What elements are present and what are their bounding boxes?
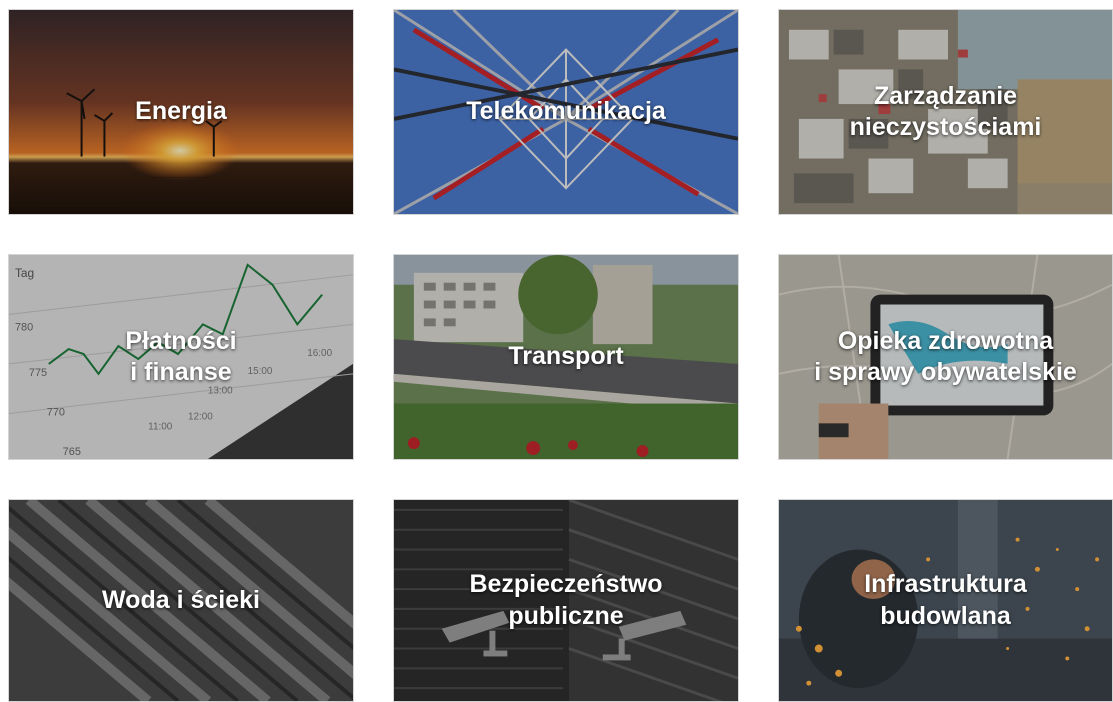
tile-zarzadzanie-nieczystosciami[interactable]: Zarządzanie nieczystościami bbox=[778, 9, 1113, 215]
tile-label-text: Bezpieczeństwo publiczne bbox=[469, 570, 663, 630]
tile-label: Płatności i finanse bbox=[9, 255, 353, 459]
tile-transport[interactable]: Transport bbox=[393, 254, 739, 460]
tile-label: Woda i ścieki bbox=[9, 500, 353, 701]
tile-label: Infrastruktura budowlana bbox=[779, 500, 1112, 701]
tile-woda-i-scieki[interactable]: Woda i ścieki bbox=[8, 499, 354, 702]
tile-label: Telekomunikacja bbox=[394, 10, 738, 214]
tile-infrastruktura-budowlana[interactable]: Infrastruktura budowlana bbox=[778, 499, 1113, 702]
industry-tiles-grid: Energia Telekomunikacja Zarządzanie niec… bbox=[0, 0, 1113, 702]
tile-label: Bezpieczeństwo publiczne bbox=[394, 500, 738, 701]
tile-label-text: Transport bbox=[508, 342, 624, 371]
tile-telekomunikacja[interactable]: Telekomunikacja bbox=[393, 9, 739, 215]
tile-label: Transport bbox=[394, 255, 738, 459]
tile-label: Energia bbox=[9, 10, 353, 214]
tile-label-text: Płatności i finanse bbox=[125, 326, 237, 386]
tile-label: Opieka zdrowotna i sprawy obywatelskie bbox=[779, 255, 1112, 459]
tile-opieka-zdrowotna[interactable]: Opieka zdrowotna i sprawy obywatelskie bbox=[778, 254, 1113, 460]
tile-label-text: Zarządzanie nieczystościami bbox=[849, 81, 1042, 141]
tile-bezpieczenstwo-publiczne[interactable]: Bezpieczeństwo publiczne bbox=[393, 499, 739, 702]
tile-label-text: Opieka zdrowotna i sprawy obywatelskie bbox=[814, 326, 1077, 386]
tile-label-text: Energia bbox=[135, 97, 227, 126]
tile-platnosci-i-finanse[interactable]: Tag 780 775 770 765 11:00 12:00 13:00 15… bbox=[8, 254, 354, 460]
tile-label-text: Woda i ścieki bbox=[102, 585, 260, 614]
tile-energia[interactable]: Energia bbox=[8, 9, 354, 215]
tile-label-text: Telekomunikacja bbox=[466, 97, 666, 126]
tile-label: Zarządzanie nieczystościami bbox=[779, 10, 1112, 214]
tile-label-text: Infrastruktura budowlana bbox=[864, 570, 1027, 630]
